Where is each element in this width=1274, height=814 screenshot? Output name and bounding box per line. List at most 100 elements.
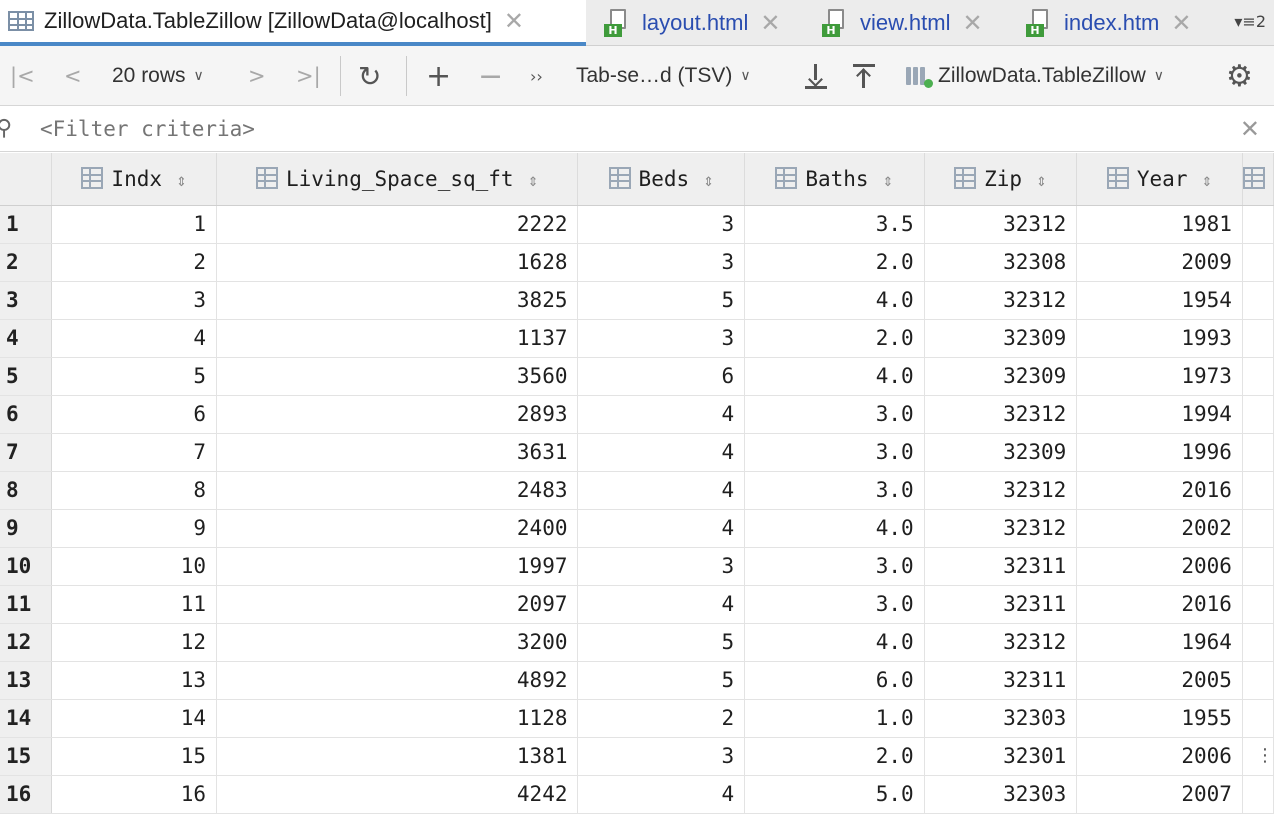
last-page-button[interactable]: >| <box>296 46 321 106</box>
table-cell[interactable]: 3.5 <box>744 205 925 244</box>
table-cell[interactable]: 2400 <box>216 509 579 548</box>
table-cell[interactable]: 2007 <box>1076 775 1243 814</box>
table-cell-partial[interactable] <box>1242 661 1274 700</box>
previous-page-button[interactable]: < <box>64 46 82 106</box>
row-number[interactable]: 7 <box>0 433 53 472</box>
table-cell[interactable]: 15 <box>51 737 217 776</box>
table-cell[interactable]: 2 <box>51 243 217 282</box>
column-header-baths[interactable]: Baths ⇕ <box>744 153 925 206</box>
table-cell[interactable]: 4.0 <box>744 357 925 396</box>
table-cell[interactable]: 1964 <box>1076 623 1243 662</box>
table-cell[interactable]: 3 <box>577 737 746 776</box>
table-cell[interactable]: 5 <box>577 661 746 700</box>
close-icon[interactable]: ✕ <box>1171 9 1191 37</box>
table-cell[interactable]: 10 <box>51 547 217 586</box>
table-cell[interactable]: 6 <box>577 357 746 396</box>
table-cell[interactable]: 4 <box>577 585 746 624</box>
table-cell[interactable]: 4892 <box>216 661 579 700</box>
sort-icon[interactable]: ⇕ <box>1036 175 1047 190</box>
table-cell[interactable]: 1628 <box>216 243 579 282</box>
filter-input[interactable] <box>40 106 1220 152</box>
table-cell[interactable]: 2002 <box>1076 509 1243 548</box>
table-cell[interactable]: 4 <box>51 319 217 358</box>
column-header-zip[interactable]: Zip ⇕ <box>924 153 1078 206</box>
table-cell[interactable]: 32303 <box>924 699 1078 738</box>
tab-view-html[interactable]: H view.html ✕ <box>822 0 983 46</box>
table-cell[interactable]: 4 <box>577 509 746 548</box>
table-row[interactable]: 1 1 2222 3 3.5 32312 1981 <box>0 205 1274 244</box>
table-row[interactable]: 7 7 3631 4 3.0 32309 1996 <box>0 433 1274 472</box>
row-number[interactable]: 3 <box>0 281 53 320</box>
row-number[interactable]: 9 <box>0 509 53 548</box>
table-cell[interactable]: 4242 <box>216 775 579 814</box>
table-cell[interactable]: 4.0 <box>744 509 925 548</box>
import-button[interactable] <box>852 46 876 106</box>
table-cell[interactable]: 2097 <box>216 585 579 624</box>
table-cell[interactable]: 2006 <box>1076 547 1243 586</box>
table-cell[interactable]: 2 <box>577 699 746 738</box>
sort-icon[interactable]: ⇕ <box>528 175 539 190</box>
table-cell[interactable]: 8 <box>51 471 217 510</box>
sort-icon[interactable]: ⇕ <box>176 175 187 190</box>
table-cell[interactable]: 32312 <box>924 471 1078 510</box>
table-cell[interactable]: 12 <box>51 623 217 662</box>
table-cell[interactable]: 32311 <box>924 547 1078 586</box>
table-row[interactable]: 10 10 1997 3 3.0 32311 2006 <box>0 547 1274 586</box>
table-cell[interactable]: 1381 <box>216 737 579 776</box>
table-cell[interactable]: 3.0 <box>744 585 925 624</box>
table-cell[interactable]: 16 <box>51 775 217 814</box>
row-number[interactable]: 12 <box>0 623 53 662</box>
next-page-button[interactable]: > <box>248 46 266 106</box>
table-cell[interactable]: 3 <box>577 205 746 244</box>
table-cell[interactable]: 1.0 <box>744 699 925 738</box>
table-cell-partial[interactable] <box>1242 585 1274 624</box>
row-number[interactable]: 13 <box>0 661 53 700</box>
table-cell[interactable]: 2016 <box>1076 585 1243 624</box>
table-cell[interactable]: 3.0 <box>744 395 925 434</box>
table-cell-partial[interactable] <box>1242 623 1274 662</box>
table-cell[interactable]: 6 <box>51 395 217 434</box>
table-cell[interactable]: 32312 <box>924 509 1078 548</box>
table-cell-partial[interactable] <box>1242 319 1274 358</box>
tab-layout-html[interactable]: H layout.html ✕ <box>604 0 781 46</box>
table-cell[interactable]: 3.0 <box>744 433 925 472</box>
row-number[interactable]: 15 <box>0 737 53 776</box>
table-cell[interactable]: 32312 <box>924 623 1078 662</box>
table-cell[interactable]: 6.0 <box>744 661 925 700</box>
row-number[interactable]: 6 <box>0 395 53 434</box>
table-row[interactable]: 12 12 3200 5 4.0 32312 1964 <box>0 623 1274 662</box>
table-cell[interactable]: 2006 <box>1076 737 1243 776</box>
sort-icon[interactable]: ⇕ <box>703 175 714 190</box>
row-number[interactable]: 14 <box>0 699 53 738</box>
table-cell-partial[interactable] <box>1242 243 1274 282</box>
table-cell[interactable]: 32312 <box>924 281 1078 320</box>
table-cell[interactable]: 1954 <box>1076 281 1243 320</box>
table-cell-partial[interactable] <box>1242 205 1274 244</box>
row-number[interactable]: 1 <box>0 205 53 244</box>
table-cell[interactable]: 7 <box>51 433 217 472</box>
table-row[interactable]: 14 14 1128 2 1.0 32303 1955 <box>0 699 1274 738</box>
table-row[interactable]: 5 5 3560 6 4.0 32309 1973 <box>0 357 1274 396</box>
table-cell[interactable]: 4.0 <box>744 281 925 320</box>
column-header-partial[interactable] <box>1242 153 1274 206</box>
table-row[interactable]: 8 8 2483 4 3.0 32312 2016 <box>0 471 1274 510</box>
table-cell-partial[interactable] <box>1242 281 1274 320</box>
table-cell-partial[interactable] <box>1242 775 1274 814</box>
row-number[interactable]: 5 <box>0 357 53 396</box>
table-cell[interactable]: 3 <box>577 547 746 586</box>
table-cell[interactable]: 3 <box>51 281 217 320</box>
table-cell[interactable]: 3825 <box>216 281 579 320</box>
table-cell[interactable]: 32309 <box>924 319 1078 358</box>
scroll-indicator[interactable]: ⋮ <box>1256 745 1274 766</box>
table-cell[interactable]: 32301 <box>924 737 1078 776</box>
page-size-dropdown[interactable]: 20 rows ∨ <box>112 46 204 106</box>
table-cell[interactable]: 1996 <box>1076 433 1243 472</box>
search-icon[interactable]: ⚲ <box>0 116 12 141</box>
row-number[interactable]: 11 <box>0 585 53 624</box>
table-row[interactable]: 16 16 4242 4 5.0 32303 2007 <box>0 775 1274 814</box>
table-cell[interactable]: 32312 <box>924 205 1078 244</box>
row-number[interactable]: 4 <box>0 319 53 358</box>
table-cell-partial[interactable] <box>1242 509 1274 548</box>
table-cell-partial[interactable] <box>1242 471 1274 510</box>
column-header-living-space[interactable]: Living_Space_sq_ft ⇕ <box>216 153 579 206</box>
